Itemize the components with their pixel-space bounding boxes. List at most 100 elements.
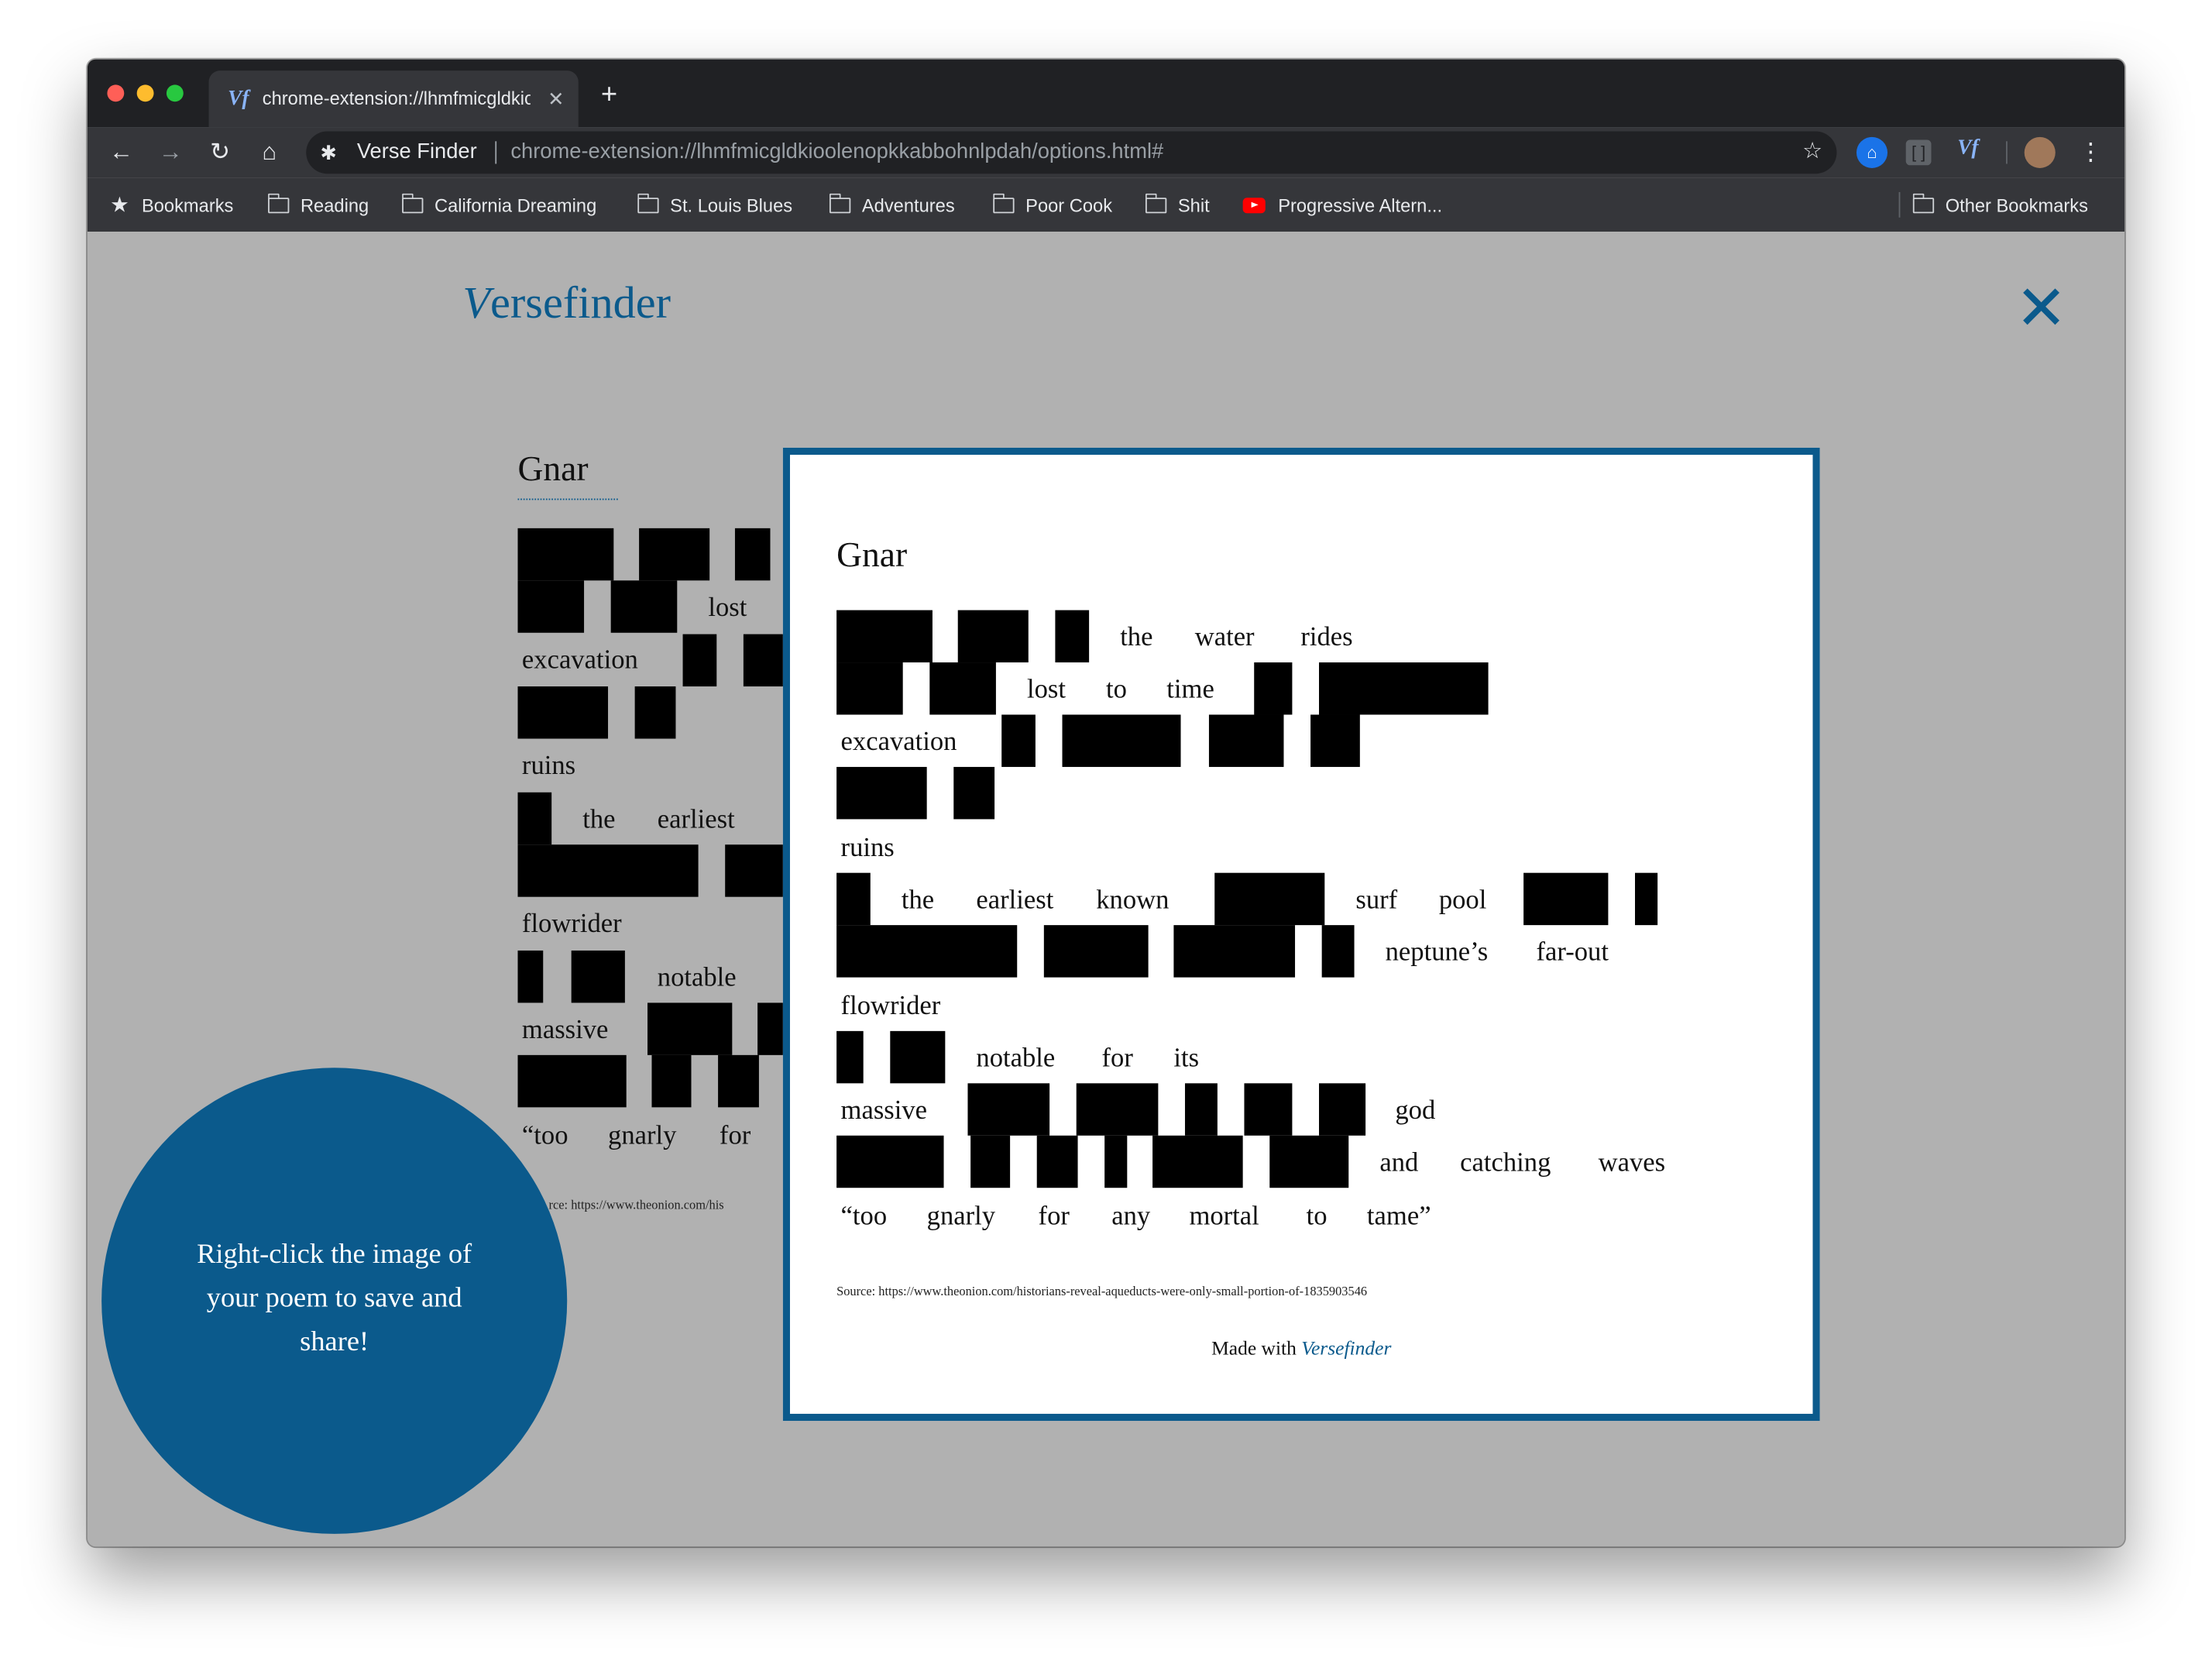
poem-word: catching [1460, 1148, 1551, 1178]
avatar[interactable] [2024, 136, 2056, 168]
redaction-block [836, 610, 933, 663]
window-close-dot[interactable] [107, 84, 125, 102]
reload-icon[interactable]: ↻ [203, 136, 237, 170]
new-tab-icon[interactable]: + [601, 79, 617, 110]
browser-toolbar: ← → ↻ ⌂ ✱ Verse Finder chrome-extension:… [87, 127, 2125, 178]
redaction-block [1244, 1083, 1293, 1136]
redaction-block [836, 662, 903, 715]
bookmark-label: St. Louis Blues [670, 194, 793, 216]
redaction-block [1254, 662, 1293, 715]
redaction-block [1269, 1135, 1349, 1188]
redaction-block [634, 686, 676, 739]
versefinder-link[interactable]: Versefinder [1301, 1339, 1391, 1360]
bookmark-label: California Dreaming [434, 194, 597, 216]
address-divider [495, 141, 497, 164]
logo-initial: V [462, 277, 491, 328]
poem-word: waves [1598, 1148, 1666, 1178]
redaction-block [743, 634, 786, 687]
versefinder-logo[interactable]: Versefinder [462, 268, 671, 336]
arrow-right-icon[interactable]: → [154, 136, 188, 170]
poem-word: notable [976, 1044, 1056, 1074]
url-text[interactable]: chrome-extension://lhmfmicgldkioolenopkk… [510, 139, 1163, 165]
redaction-block [1635, 872, 1658, 926]
poem-word: gnarly [608, 1121, 677, 1151]
bookmark-folder[interactable]: St. Louis Blues [637, 191, 792, 218]
redaction-block [517, 686, 609, 739]
window-minimize-dot[interactable] [136, 84, 154, 102]
poem-word: earliest [976, 886, 1054, 916]
redaction-block [1319, 662, 1489, 715]
arrow-left-icon[interactable]: ← [105, 136, 139, 170]
poem-word: for [719, 1121, 751, 1151]
poem-word: and [1379, 1148, 1419, 1178]
redaction-block [1001, 714, 1036, 767]
poem-word: lost [1026, 675, 1066, 705]
poem-word: flowrider [840, 991, 941, 1022]
poem-word: massive [521, 1015, 609, 1046]
star-icon[interactable]: ☆ [1802, 137, 1822, 168]
bracket-extension-icon[interactable]: [ ] [1905, 139, 1932, 166]
poem-word: ruins [521, 751, 576, 782]
poem-word: for [1101, 1044, 1133, 1074]
made-with-credit: Made with Versefinder [790, 1337, 1813, 1363]
bookmarks-divider [1898, 191, 1901, 218]
redaction-block [647, 1002, 733, 1055]
tab-close-icon[interactable]: ✕ [548, 84, 564, 112]
redaction-block [836, 1030, 864, 1084]
poem-word: the [1120, 622, 1153, 653]
poem-word: neptune’s [1385, 937, 1489, 968]
poem-word: water [1194, 622, 1255, 653]
bookmark-folder[interactable]: Poor Cook [992, 191, 1113, 218]
title-bar: Vf chrome-extension://lhmfmicgldkiooleno… [87, 59, 2125, 128]
verse-finder-extension-icon[interactable]: Vf [1953, 137, 1984, 168]
redaction-block [517, 844, 699, 897]
poem-word: gnarly [926, 1202, 996, 1232]
redaction-block [836, 766, 927, 820]
folder-icon [1145, 192, 1167, 213]
screen: Vf chrome-extension://lhmfmicgldkiooleno… [0, 0, 2212, 1661]
source-line: Source: https://www.theonion.com/histori… [836, 1282, 1367, 1299]
bookmark-folder[interactable]: Shit [1145, 191, 1210, 218]
poem-word: lost [708, 593, 747, 623]
poem-word: flowrider [521, 910, 622, 940]
bookmark-label: Poor Cook [1025, 194, 1113, 216]
redaction-block [1214, 872, 1325, 926]
folder-icon [401, 192, 424, 213]
more-vert-icon[interactable]: ⋮ [2073, 136, 2107, 170]
poem-word: to [1306, 1202, 1328, 1232]
address-bar[interactable]: ✱ Verse Finder chrome-extension://lhmfmi… [306, 131, 1837, 174]
poem-word: tame” [1366, 1202, 1431, 1232]
poem-image-card[interactable]: Gnar the water rides lost to time excava… [782, 447, 1820, 1422]
toolbar-divider [2006, 141, 2008, 164]
tab-title: chrome-extension://lhmfmicgldkioolenopkk… [262, 88, 531, 109]
folder-icon [267, 192, 290, 213]
redaction-block [1043, 925, 1149, 978]
home-icon[interactable]: ⌂ [252, 136, 287, 170]
poem-word: “too [521, 1121, 568, 1151]
museum-extension-icon[interactable]: ⌂ [1856, 136, 1888, 168]
bookmark-item[interactable]: Progressive Altern... [1242, 191, 1443, 218]
bookmark-label: Progressive Altern... [1278, 194, 1443, 216]
folder-icon [829, 192, 851, 213]
page-content: Versefinder ✕ Gnar lost excavation ruins [87, 231, 2125, 1547]
poem-word: massive [840, 1095, 928, 1126]
window-zoom-dot[interactable] [166, 84, 184, 102]
bookmark-label: Shit [1177, 194, 1210, 216]
other-bookmarks[interactable]: Other Bookmarks [1911, 191, 2088, 218]
redaction-block [957, 610, 1029, 663]
redaction-block [1152, 1135, 1243, 1188]
bookmark-folder[interactable]: Reading [267, 191, 369, 218]
poem-word: mortal [1189, 1202, 1259, 1232]
poem-word: surf [1355, 886, 1398, 916]
bookmark-item[interactable]: ★ Bookmarks [110, 191, 233, 218]
save-hint-bubble: Right-click the image of your poem to sa… [101, 1068, 568, 1534]
bookmark-folder[interactable]: California Dreaming [401, 191, 597, 218]
bookmark-label: Bookmarks [141, 194, 234, 216]
close-icon[interactable]: ✕ [2014, 277, 2068, 339]
title-underline [517, 498, 618, 500]
redaction-block [1208, 714, 1284, 767]
browser-tab[interactable]: Vf chrome-extension://lhmfmicgldkiooleno… [208, 70, 579, 128]
bookmark-folder[interactable]: Adventures [829, 191, 955, 218]
redaction-block [517, 1054, 627, 1108]
folder-icon [1911, 192, 1935, 213]
